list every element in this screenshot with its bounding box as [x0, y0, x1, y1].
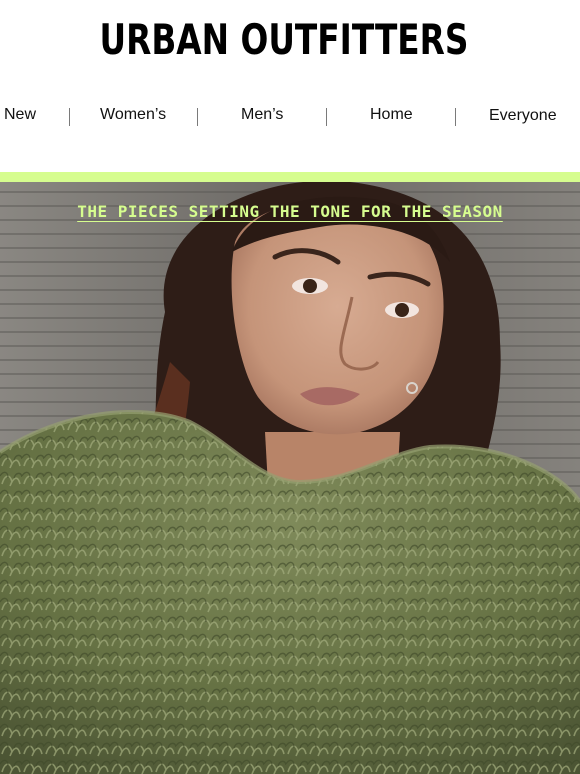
- nav-divider: [455, 108, 456, 126]
- hero-tagline-text[interactable]: THE PIECES SETTING THE TONE FOR THE SEAS…: [77, 202, 503, 221]
- nav-item-womens[interactable]: Women’s: [100, 106, 166, 124]
- brand-logo[interactable]: URBAN OUTFITTERS: [62, 10, 505, 70]
- hero-banner[interactable]: THE PIECES SETTING THE TONE FOR THE SEAS…: [0, 182, 580, 774]
- accent-bar: [0, 172, 580, 182]
- email-header: URBAN OUTFITTERS New Women’s Men’s Home …: [0, 0, 580, 172]
- hero-image: [0, 182, 580, 774]
- nav-item-everyone[interactable]: Everyone: [489, 107, 557, 125]
- main-nav: New Women’s Men’s Home Everyone: [0, 100, 580, 136]
- nav-divider: [326, 108, 327, 126]
- nav-item-new[interactable]: New: [4, 106, 36, 124]
- nav-divider: [197, 108, 198, 126]
- nav-item-mens[interactable]: Men’s: [241, 106, 283, 124]
- nav-divider: [69, 108, 70, 126]
- nav-item-home[interactable]: Home: [370, 106, 413, 124]
- hero-tagline[interactable]: THE PIECES SETTING THE TONE FOR THE SEAS…: [0, 202, 580, 221]
